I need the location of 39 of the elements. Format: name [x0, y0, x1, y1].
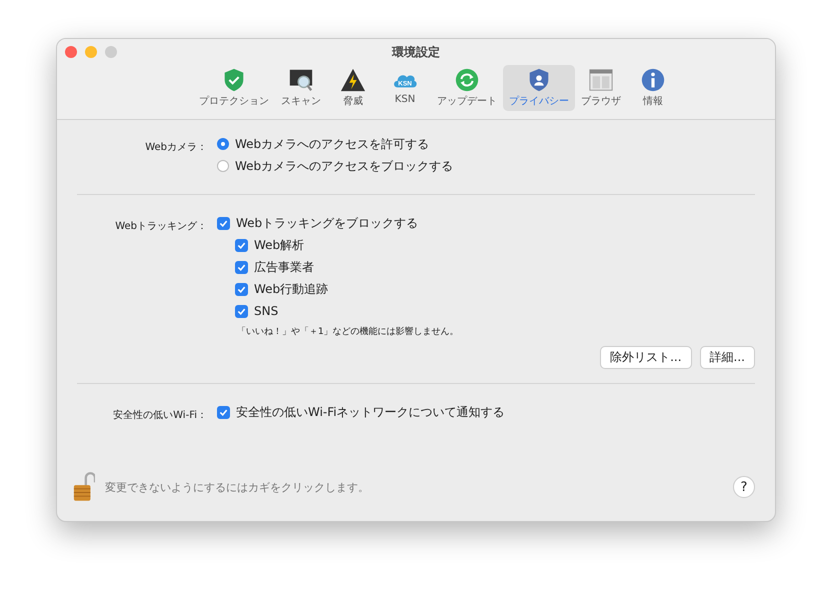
note-text: 「いいね！」や「＋1」などの機能には影響しません。: [237, 326, 459, 338]
info-icon: [640, 67, 666, 93]
option-label: Webカメラへのアクセスを許可する: [235, 136, 430, 152]
option-label: 安全性の低いWi-Fiネットワークについて通知する: [236, 404, 505, 420]
toolbar-tab[interactable]: プライバシー: [503, 65, 575, 111]
help-button[interactable]: ?: [733, 476, 755, 498]
unlocked-padlock-icon[interactable]: [73, 471, 95, 503]
window-title: 環境設定: [392, 44, 440, 60]
option-label: SNS: [254, 304, 278, 318]
toolbar-tab[interactable]: スキャン: [275, 65, 327, 111]
checkbox[interactable]: [235, 238, 248, 252]
monitor-magnifier-icon: [288, 67, 314, 93]
checkbox[interactable]: [217, 216, 230, 230]
close-button[interactable]: [65, 46, 77, 58]
refresh-icon: [454, 67, 480, 93]
option-label: 広告事業者: [254, 258, 314, 276]
toolbar-tab[interactable]: プロテクション: [193, 65, 275, 111]
toolbar-tab[interactable]: 脅威: [327, 65, 379, 111]
push-button[interactable]: 除外リスト...: [600, 346, 692, 369]
warning-bolt-icon: [340, 67, 366, 93]
radio-button[interactable]: [217, 138, 229, 150]
checkbox[interactable]: [217, 406, 230, 418]
option-label: Webカメラへのアクセスをブロックする: [235, 158, 454, 174]
field-label: Webカメラ：: [144, 141, 208, 154]
checkbox[interactable]: [235, 282, 248, 296]
option-label: Web行動追跡: [254, 280, 328, 298]
checkbox[interactable]: [235, 304, 248, 318]
lock-hint-text: 変更できないようにするにはカギをクリックします。: [105, 480, 369, 494]
browser-window-icon: [588, 67, 614, 93]
toolbar-tab[interactable]: ブラウザ: [575, 65, 627, 111]
field-label: 安全性の低いWi-Fi：: [112, 408, 208, 422]
radio-button[interactable]: [217, 160, 229, 172]
option-label: Web解析: [254, 236, 304, 254]
option-label: Webトラッキングをブロックする: [236, 214, 418, 232]
toolbar-tab[interactable]: アップデート: [431, 65, 503, 111]
checkbox[interactable]: [235, 260, 248, 274]
push-button[interactable]: 詳細...: [700, 346, 755, 369]
field-label: Webトラッキング：: [114, 220, 208, 233]
toolbar-tab[interactable]: 情報: [627, 65, 679, 111]
